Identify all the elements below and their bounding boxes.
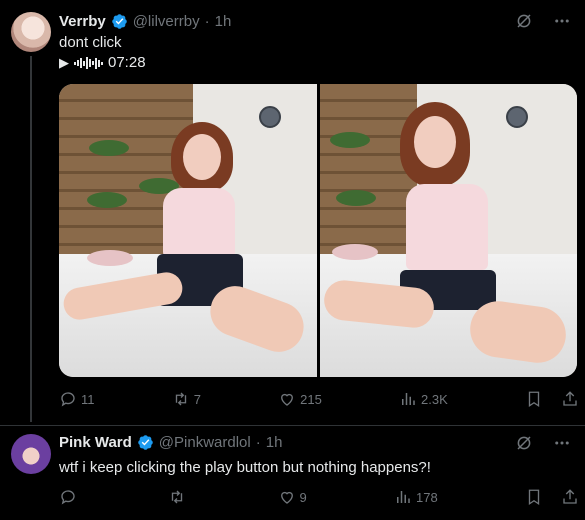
grok-icon[interactable] xyxy=(515,434,533,452)
bookmark-icon[interactable] xyxy=(525,488,543,506)
play-icon: ▶ xyxy=(59,55,69,70)
avatar[interactable] xyxy=(11,12,51,52)
views-chart-icon xyxy=(402,393,415,405)
plant xyxy=(335,190,376,206)
repost-icon xyxy=(175,392,186,406)
view-count: 2.3K xyxy=(421,391,448,407)
tweet-header: Verrby @lilverrby · 1h xyxy=(59,13,231,30)
heart-icon xyxy=(281,393,294,406)
pillow xyxy=(87,250,133,266)
views-button[interactable]: 178 xyxy=(394,487,438,507)
handle[interactable]: @Pinkwardlol xyxy=(159,434,251,451)
like-count: 215 xyxy=(300,391,322,407)
like-count: 9 xyxy=(299,489,307,505)
separator-dot: · xyxy=(204,13,210,30)
verified-badge-icon xyxy=(138,435,153,450)
reply-count: 11 xyxy=(81,391,95,407)
photo-1[interactable] xyxy=(59,84,317,377)
thread-line xyxy=(30,56,32,422)
reply-icon xyxy=(61,490,75,505)
repost-count: 7 xyxy=(193,391,201,407)
tweet-actions: 11 7 215 2.3K xyxy=(59,389,579,409)
views-button[interactable]: 2.3K xyxy=(399,389,448,409)
repost-button[interactable] xyxy=(168,487,190,507)
bookmark-icon[interactable] xyxy=(525,390,543,408)
repost-button[interactable]: 7 xyxy=(172,389,201,409)
grok-icon[interactable] xyxy=(515,12,533,30)
view-count: 178 xyxy=(416,489,438,505)
verified-badge-icon xyxy=(111,14,127,29)
more-icon[interactable] xyxy=(553,12,571,30)
repost-icon xyxy=(172,490,183,504)
tweet-actions: 9 178 xyxy=(59,487,579,507)
handle[interactable]: @lilverrby xyxy=(133,13,200,30)
share-icon[interactable] xyxy=(561,390,579,408)
duration-text: 07:28 xyxy=(108,54,146,71)
tweet-header: Pink Ward @Pinkwardlol · 1h xyxy=(59,434,282,451)
wood-slat-wall xyxy=(319,84,418,266)
plant xyxy=(329,132,370,148)
reply-button[interactable] xyxy=(59,487,81,507)
timestamp[interactable]: 1h xyxy=(266,434,283,451)
photo-2[interactable] xyxy=(319,84,577,377)
tweet-text: wtf i keep clicking the play button but … xyxy=(59,459,431,476)
media-grid[interactable] xyxy=(59,84,577,377)
tweet-top-actions xyxy=(515,12,571,30)
like-button[interactable]: 9 xyxy=(278,487,307,507)
reply-icon xyxy=(61,392,75,407)
waveform-icon xyxy=(74,56,103,70)
avatar[interactable] xyxy=(11,434,51,474)
tweet-top-actions xyxy=(515,434,571,452)
separator-dot: · xyxy=(255,434,261,451)
views-chart-icon xyxy=(397,491,410,503)
plant xyxy=(89,140,129,156)
display-name[interactable]: Verrby xyxy=(59,13,106,30)
fake-audio-line: ▶ 07:28 xyxy=(59,53,146,73)
heart-icon xyxy=(280,491,293,504)
timestamp[interactable]: 1h xyxy=(215,13,232,30)
tweet-secondary-actions xyxy=(525,488,579,506)
tweet-pink-ward[interactable]: Pink Ward @Pinkwardlol · 1h wtf i keep c… xyxy=(0,425,585,520)
wall-clock xyxy=(259,106,281,128)
wall-clock xyxy=(505,106,528,128)
plant xyxy=(87,192,127,208)
tweet-text: dont click xyxy=(59,34,122,51)
more-icon[interactable] xyxy=(553,434,571,452)
reply-button[interactable]: 11 xyxy=(59,389,95,409)
display-name[interactable]: Pink Ward xyxy=(59,434,132,451)
share-icon[interactable] xyxy=(561,488,579,506)
tweet-secondary-actions xyxy=(525,390,579,408)
pillow xyxy=(331,244,378,260)
tweet-verrby[interactable]: Verrby @lilverrby · 1h dont click ▶ 07:2… xyxy=(0,0,585,425)
like-button[interactable]: 215 xyxy=(278,389,322,409)
